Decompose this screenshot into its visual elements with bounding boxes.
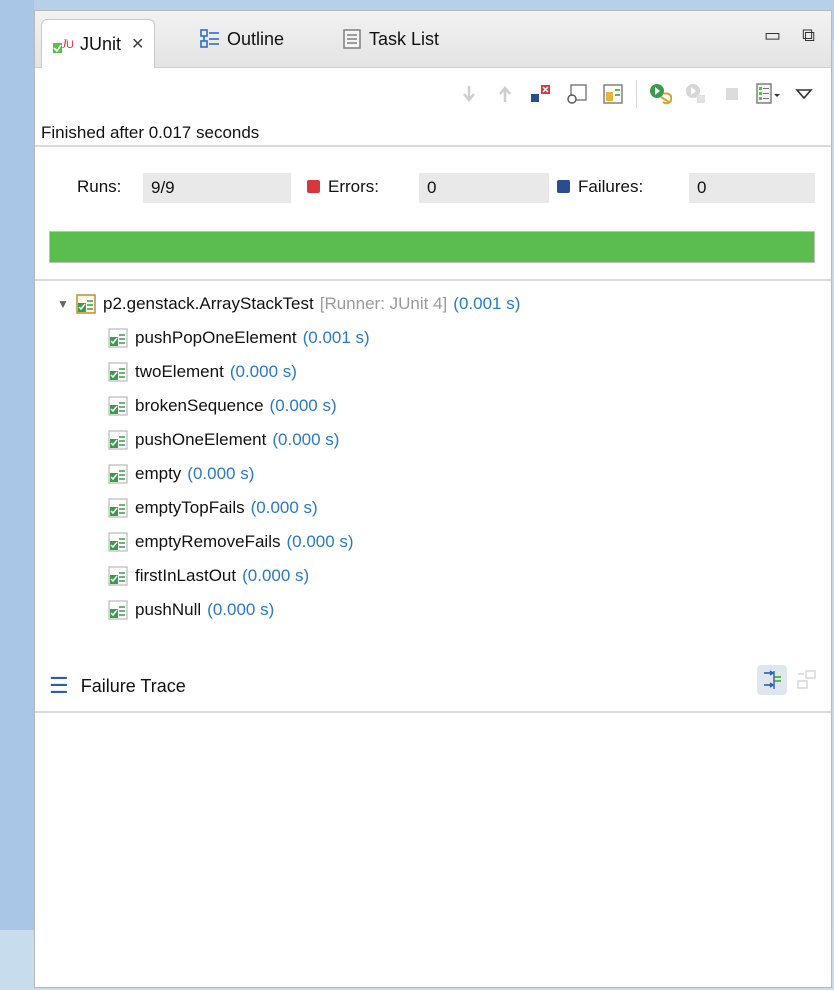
desktop-background-left [0, 0, 34, 930]
tab-task-list[interactable]: Task List [341, 19, 439, 59]
rerun-test-icon[interactable] [647, 81, 673, 107]
divider [35, 711, 831, 713]
errors-label: Errors: [328, 177, 379, 196]
error-icon [307, 180, 320, 194]
toolbar-separator [636, 80, 637, 108]
test-row[interactable]: brokenSequence (0.000 s) [107, 391, 337, 421]
test-passed-icon [107, 599, 129, 621]
test-time: (0.001 s) [302, 328, 370, 347]
tab-junit[interactable]: J U JUnit ✕ [41, 19, 156, 68]
rerun-failed-first-icon[interactable] [683, 81, 709, 107]
test-suite-ok-icon [75, 293, 97, 315]
filter-stack-trace-button[interactable] [757, 665, 787, 695]
svg-text:U: U [66, 39, 74, 51]
test-name: empty [135, 464, 182, 483]
tab-outline-label: Outline [227, 28, 285, 49]
errors-counter-label: Errors: [307, 177, 379, 197]
test-passed-icon [107, 463, 129, 485]
test-time: (0.000 s) [272, 430, 340, 449]
minimize-icon[interactable]: ▭ [764, 25, 781, 46]
test-name: emptyTopFails [135, 498, 245, 517]
view-menu-icon[interactable] [791, 81, 817, 107]
test-time: (0.000 s) [269, 396, 337, 415]
test-row[interactable]: twoElement (0.000 s) [107, 357, 297, 387]
failures-value: 0 [689, 173, 815, 203]
tab-outline[interactable]: Outline [199, 19, 284, 59]
divider [35, 145, 831, 147]
outline-icon [199, 28, 221, 50]
next-failure-icon[interactable] [456, 81, 482, 107]
divider [35, 279, 831, 281]
stop-icon[interactable] [719, 81, 745, 107]
test-row[interactable]: firstInLastOut (0.000 s) [107, 561, 309, 591]
menu-icon: ☰ [49, 673, 69, 698]
junit-toolbar [456, 77, 817, 111]
compare-icon [797, 670, 816, 689]
close-tab-icon[interactable]: ✕ [131, 34, 144, 54]
test-row[interactable]: pushOneElement (0.000 s) [107, 425, 339, 455]
test-passed-icon [107, 327, 129, 349]
test-time: (0.000 s) [286, 532, 354, 551]
test-name: emptyRemoveFails [135, 532, 281, 551]
test-progress-bar [49, 231, 815, 263]
show-skipped-icon[interactable] [600, 81, 626, 107]
runs-value: 9/9 [143, 173, 291, 203]
suite-time: (0.001 s) [453, 294, 521, 313]
filter-stack-icon [764, 670, 781, 689]
tab-junit-label: JUnit [80, 33, 122, 54]
test-time: (0.000 s) [187, 464, 255, 483]
failures-label: Failures: [578, 177, 644, 196]
test-name: pushNull [135, 600, 202, 619]
failure-trace-label: Failure Trace [80, 675, 186, 696]
status-text: Finished after 0.017 seconds [41, 123, 260, 142]
test-time: (0.000 s) [250, 498, 318, 517]
test-run-history-icon[interactable] [755, 81, 781, 107]
test-row[interactable]: emptyRemoveFails (0.000 s) [107, 527, 354, 557]
failure-icon [557, 180, 570, 194]
runs-label: Runs: [77, 177, 122, 196]
test-passed-icon [107, 429, 129, 451]
compare-result-button[interactable] [791, 665, 821, 695]
test-row[interactable]: empty (0.000 s) [107, 459, 254, 489]
expand-triangle-icon[interactable]: ▼ [57, 297, 69, 311]
test-row[interactable]: pushPopOneElement (0.001 s) [107, 323, 370, 353]
tab-bar: J U JUnit ✕ Outline Task List ▭ ⧉ [35, 11, 831, 68]
suite-name: p2.genstack.ArrayStackTest [103, 294, 314, 313]
test-passed-icon [107, 531, 129, 553]
task-list-icon [341, 28, 363, 50]
test-passed-icon [107, 497, 129, 519]
previous-failure-icon[interactable] [492, 81, 518, 107]
show-failures-only-icon[interactable] [528, 81, 554, 107]
test-counters: Runs: 9/9 Errors: 0 Failures: 0 [35, 173, 831, 203]
tree-suite-row[interactable]: ▼ p2.genstack.ArrayStackTest [Runner: JU… [57, 289, 520, 319]
tab-task-list-label: Task List [369, 28, 440, 49]
test-name: pushPopOneElement [135, 328, 297, 347]
maximize-icon[interactable]: ⧉ [802, 25, 815, 46]
test-row[interactable]: emptyTopFails (0.000 s) [107, 493, 318, 523]
test-name: brokenSequence [135, 396, 264, 415]
test-time: (0.000 s) [207, 600, 275, 619]
test-name: firstInLastOut [135, 566, 237, 585]
junit-view-window: J U JUnit ✕ Outline Task List ▭ ⧉ Finish… [34, 10, 832, 988]
junit-icon: J U [52, 33, 74, 55]
test-name: twoElement [135, 362, 224, 381]
test-row[interactable]: pushNull (0.000 s) [107, 595, 274, 625]
test-time: (0.000 s) [242, 566, 310, 585]
test-passed-icon [107, 395, 129, 417]
test-name: pushOneElement [135, 430, 267, 449]
suite-runner: [Runner: JUnit 4] [319, 294, 448, 313]
failure-trace-header: ☰ Failure Trace [49, 671, 186, 701]
errors-value: 0 [419, 173, 549, 203]
test-passed-icon [107, 361, 129, 383]
scroll-lock-icon[interactable] [564, 81, 590, 107]
test-passed-icon [107, 565, 129, 587]
test-time: (0.000 s) [229, 362, 297, 381]
failure-trace-content [35, 715, 831, 985]
failures-counter-label: Failures: [557, 177, 643, 197]
